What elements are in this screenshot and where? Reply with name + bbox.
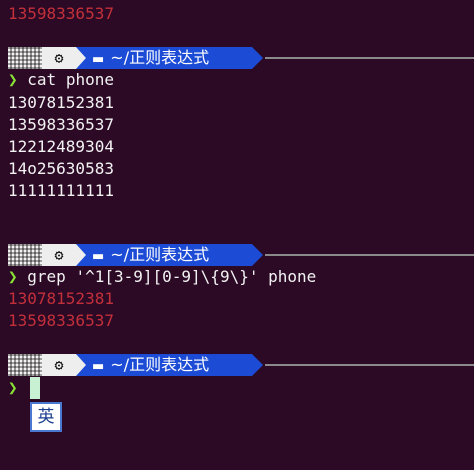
output-line: 11111111111 [8, 181, 114, 200]
prompt-block-segment [8, 244, 42, 266]
prompt-bar: ⚙ ▬ ~/正则表达式 [0, 354, 474, 376]
prompt-bar: ⚙ ▬ ~/正则表达式 [0, 47, 474, 69]
output-line: 13598336537 [8, 115, 114, 134]
gear-icon: ⚙ [42, 354, 76, 376]
output-line: 12212489304 [8, 137, 114, 156]
command-text: cat phone [27, 70, 114, 89]
folder-icon: ▬ [92, 359, 105, 374]
command-line: ❯ cat phone [8, 69, 114, 91]
ime-indicator[interactable]: 英 [30, 402, 62, 432]
prompt-rule [265, 364, 474, 366]
match-line: 13078152381 [8, 289, 114, 308]
match-line: 13598336537 [8, 311, 114, 330]
chevron-icon: ❯ [8, 267, 18, 286]
prompt-rule [265, 254, 474, 256]
gear-icon: ⚙ [42, 244, 76, 266]
path-arrow [252, 47, 263, 69]
chevron-icon: ❯ [8, 378, 18, 397]
separator-arrow [76, 47, 86, 69]
prompt-rule [265, 57, 474, 59]
command-line: ❯ grep '^1[3-9][0-9]\{9\}' phone [8, 266, 316, 288]
current-path: ~/正则表达式 [110, 355, 210, 374]
gear-icon: ⚙ [42, 47, 76, 69]
previous-output-line: 13598336537 [8, 4, 114, 23]
output-line: 14o25630583 [8, 159, 114, 178]
active-prompt-line[interactable]: ❯ [8, 377, 18, 399]
folder-icon: ▬ [92, 52, 105, 67]
separator-arrow [76, 354, 86, 376]
path-arrow [252, 354, 263, 376]
path-arrow [252, 244, 263, 266]
path-segment: ▬ ~/正则表达式 [76, 354, 252, 376]
current-path: ~/正则表达式 [110, 48, 210, 67]
separator-arrow [76, 244, 86, 266]
output-line: 13078152381 [8, 93, 114, 112]
current-path: ~/正则表达式 [110, 245, 210, 264]
path-segment: ▬ ~/正则表达式 [76, 47, 252, 69]
chevron-icon: ❯ [8, 70, 18, 89]
command-text: grep '^1[3-9][0-9]\{9\}' phone [27, 267, 317, 286]
prompt-block-segment [8, 47, 42, 69]
prompt-block-segment [8, 354, 42, 376]
folder-icon: ▬ [92, 249, 105, 264]
text-cursor[interactable] [30, 377, 40, 399]
path-segment: ▬ ~/正则表达式 [76, 244, 252, 266]
prompt-bar: ⚙ ▬ ~/正则表达式 [0, 244, 474, 266]
